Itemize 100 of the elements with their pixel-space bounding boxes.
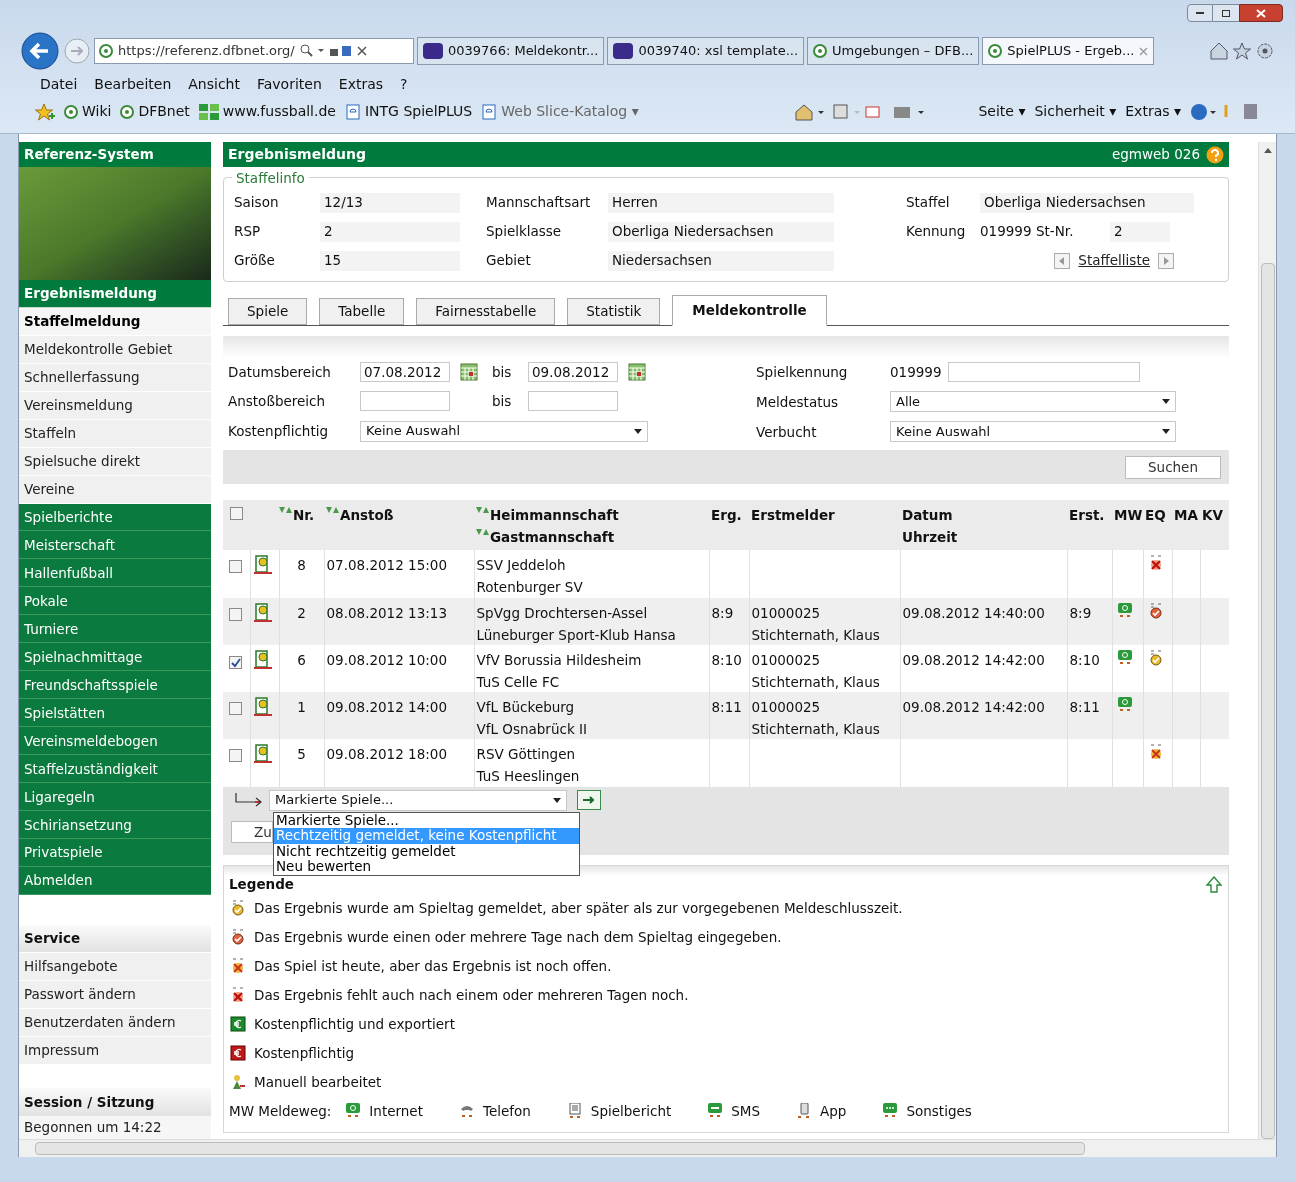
calendar-icon[interactable]	[628, 363, 646, 382]
sidebar-item[interactable]: Ligaregeln	[19, 783, 211, 812]
dropdown-option[interactable]: Markierte Spiele...	[274, 812, 579, 828]
sidebar-item[interactable]: Schiriansetzung	[19, 811, 211, 840]
input-field[interactable]	[948, 362, 1140, 383]
forward-button[interactable]	[63, 37, 91, 65]
checkbox[interactable]	[229, 656, 242, 670]
tab[interactable]: Fairnesstabelle	[416, 298, 556, 325]
select-field[interactable]: Alle	[890, 391, 1176, 413]
checkbox[interactable]	[229, 702, 242, 715]
sort-icon[interactable]	[279, 507, 293, 516]
input-field[interactable]	[528, 391, 618, 412]
browser-tab[interactable]: 0039766: Meldekontr...	[417, 37, 605, 65]
column-header[interactable]: Gastmannschaft	[490, 529, 615, 546]
sort-icon[interactable]	[476, 507, 490, 516]
sidebar-item[interactable]: Vereine	[19, 475, 211, 504]
command-menu[interactable]: Sicherheit ▾	[1034, 101, 1117, 122]
sidebar-item[interactable]: Spielnachmittage	[19, 643, 211, 672]
sidebar-item[interactable]: Freundschaftsspiele	[19, 671, 211, 700]
sidebar-item[interactable]: Meldekontrolle Gebiet	[19, 335, 211, 364]
staffelliste-link[interactable]: Staffelliste	[1078, 250, 1150, 271]
report-icon[interactable]	[252, 602, 273, 623]
report-icon[interactable]	[252, 649, 273, 670]
sidebar-item[interactable]: Privatspiele	[19, 839, 211, 868]
next-button[interactable]	[1158, 252, 1174, 269]
sidebar-item[interactable]: Vereinsmeldebogen	[19, 727, 211, 756]
tab[interactable]: Meldekontrolle	[672, 295, 827, 326]
previous-button[interactable]	[1054, 252, 1071, 269]
sidebar-item[interactable]: Abmelden	[19, 867, 211, 896]
select-field[interactable]: Markierte Spiele...	[269, 789, 567, 811]
sidebar-item[interactable]: Hilfsangebote	[19, 952, 211, 981]
sidebar-item[interactable]: Staffeln	[19, 419, 211, 448]
favorite-link[interactable]: DFBnet	[120, 101, 190, 122]
close-icon[interactable]	[1139, 46, 1149, 56]
checkbox[interactable]	[229, 560, 242, 574]
menu-item[interactable]: Favoriten	[257, 74, 322, 95]
close-button[interactable]	[1239, 4, 1283, 22]
sidebar-item[interactable]: Spielsuche direkt	[19, 447, 211, 476]
vertical-scrollbar[interactable]	[1258, 142, 1276, 1139]
select-field[interactable]: Keine Auswahl	[360, 420, 648, 442]
minimize-button[interactable]	[1187, 4, 1213, 22]
favorite-link[interactable]: INTG SpielPLUS	[344, 101, 473, 122]
horizontal-scrollbar[interactable]	[19, 1139, 1276, 1157]
sidebar-item[interactable]: Ergebnismeldung	[19, 279, 211, 308]
favorites-star-icon[interactable]	[35, 102, 55, 121]
favorite-link[interactable]: Web Slice-Katalog ▾	[481, 101, 639, 122]
maximize-button[interactable]	[1213, 4, 1239, 22]
tab[interactable]: Spiele	[228, 298, 308, 325]
report-icon[interactable]	[252, 555, 273, 576]
input-field[interactable]: 09.08.2012	[528, 362, 618, 383]
sidebar-item[interactable]: Schnellerfassung	[19, 363, 211, 392]
search-button[interactable]: Suchen	[1125, 455, 1221, 479]
sidebar-item[interactable]: Passwort ändern	[19, 980, 211, 1009]
dropdown-option[interactable]: Neu bewerten	[274, 859, 579, 875]
command-menu[interactable]: Extras ▾	[1125, 101, 1181, 122]
scroll-up-icon[interactable]	[1263, 148, 1272, 153]
sidebar-item[interactable]: Meisterschaft	[19, 531, 211, 560]
sidebar-item[interactable]: Pokale	[19, 587, 211, 616]
menu-item[interactable]: Bearbeiten	[94, 74, 172, 95]
command-menu[interactable]: Seite ▾	[978, 101, 1026, 122]
column-header[interactable]: Anstoß	[340, 507, 394, 524]
menu-item[interactable]: Ansicht	[188, 74, 240, 95]
browser-tab[interactable]: 0039740: xsl template...	[607, 37, 805, 65]
input-field[interactable]	[360, 391, 450, 412]
go-button[interactable]	[577, 790, 601, 810]
back-button[interactable]	[20, 31, 60, 71]
sidebar-item[interactable]: Staffelzuständigkeit	[19, 755, 211, 784]
report-icon[interactable]	[252, 744, 273, 765]
address-tools-icon[interactable]	[299, 44, 370, 58]
sort-icon[interactable]	[476, 529, 490, 538]
tab[interactable]: Statistik	[567, 298, 661, 325]
help-tools-icon[interactable]	[1190, 101, 1260, 122]
home-star-gear-icon[interactable]	[1209, 41, 1275, 61]
sidebar-item[interactable]: Spielberichte	[19, 503, 211, 532]
favorite-link[interactable]: www.fussball.de	[198, 101, 336, 122]
checkbox[interactable]	[229, 607, 242, 621]
sort-icon[interactable]	[326, 507, 340, 516]
address-bar[interactable]: https://referenz.dfbnet.org/	[94, 38, 414, 64]
help-icon[interactable]	[1206, 145, 1224, 164]
sidebar-item[interactable]: Vereinsmeldung	[19, 391, 211, 420]
report-icon[interactable]	[252, 697, 273, 717]
sidebar-item[interactable]: Benutzerdaten ändern	[19, 1008, 211, 1037]
sidebar-item[interactable]: Impressum	[19, 1036, 211, 1065]
browser-tab[interactable]: Umgebungen – DFB...	[807, 37, 980, 65]
input-field[interactable]: 07.08.2012	[360, 362, 450, 383]
checkbox[interactable]	[230, 507, 243, 521]
tab[interactable]: Tabelle	[319, 298, 405, 325]
sidebar-item[interactable]: Staffelmeldung	[19, 307, 211, 336]
sidebar-item[interactable]: Hallenfußball	[19, 559, 211, 588]
menu-item[interactable]: Extras	[338, 74, 384, 95]
sidebar-item[interactable]: Spielstätten	[19, 699, 211, 728]
menu-item[interactable]: ?	[400, 74, 408, 95]
browser-tab[interactable]: SpielPLUS - Ergeb...	[982, 37, 1155, 65]
dropdown-option[interactable]: Nicht rechtzeitig gemeldet	[274, 843, 579, 859]
menu-item[interactable]: Datei	[40, 74, 78, 95]
column-header[interactable]: Heimmannschaft	[490, 507, 619, 524]
favorite-link[interactable]: Wiki	[64, 101, 112, 122]
column-header[interactable]: Nr.	[293, 507, 315, 524]
checkbox[interactable]	[229, 749, 242, 763]
select-field[interactable]: Keine Auswahl	[890, 421, 1176, 443]
